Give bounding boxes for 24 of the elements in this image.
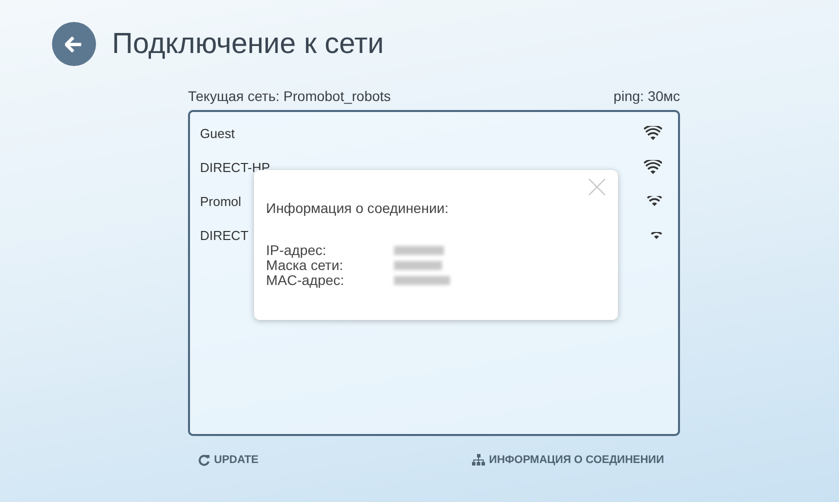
field-label: MAC-адрес: — [266, 272, 346, 288]
back-button[interactable] — [52, 22, 96, 66]
network-name[interactable]: Guest — [200, 126, 235, 140]
wifi-icon — [644, 126, 662, 140]
connection-info-button[interactable]: ИНФОРМАЦИЯ О СОЕДИНЕНИИ — [472, 454, 664, 466]
network-icon — [472, 454, 486, 466]
page-title: Подключение к сети — [112, 28, 384, 60]
update-button[interactable]: UPDATE — [198, 454, 258, 466]
blurred-value — [394, 276, 450, 284]
network-name[interactable]: DIRECT — [200, 228, 248, 242]
wifi-icon — [644, 160, 662, 174]
network-name[interactable]: Promol — [200, 194, 242, 208]
wifi-icon — [647, 196, 662, 206]
ping-label: ping: 30мс — [614, 88, 680, 104]
back-arrow-icon — [65, 36, 83, 52]
network-name[interactable]: DIRECT-HP — [200, 160, 270, 174]
current-network-label: Текущая сеть: Promobot_robots — [188, 88, 391, 104]
dialog-title: Информация о соединении: — [266, 200, 450, 216]
refresh-icon — [198, 454, 210, 466]
blurred-value — [394, 246, 444, 254]
blurred-value — [394, 260, 442, 270]
field-label: IP-адрес: — [266, 242, 328, 258]
field-label: Маска сети: — [266, 257, 344, 273]
wifi-icon — [651, 232, 662, 238]
